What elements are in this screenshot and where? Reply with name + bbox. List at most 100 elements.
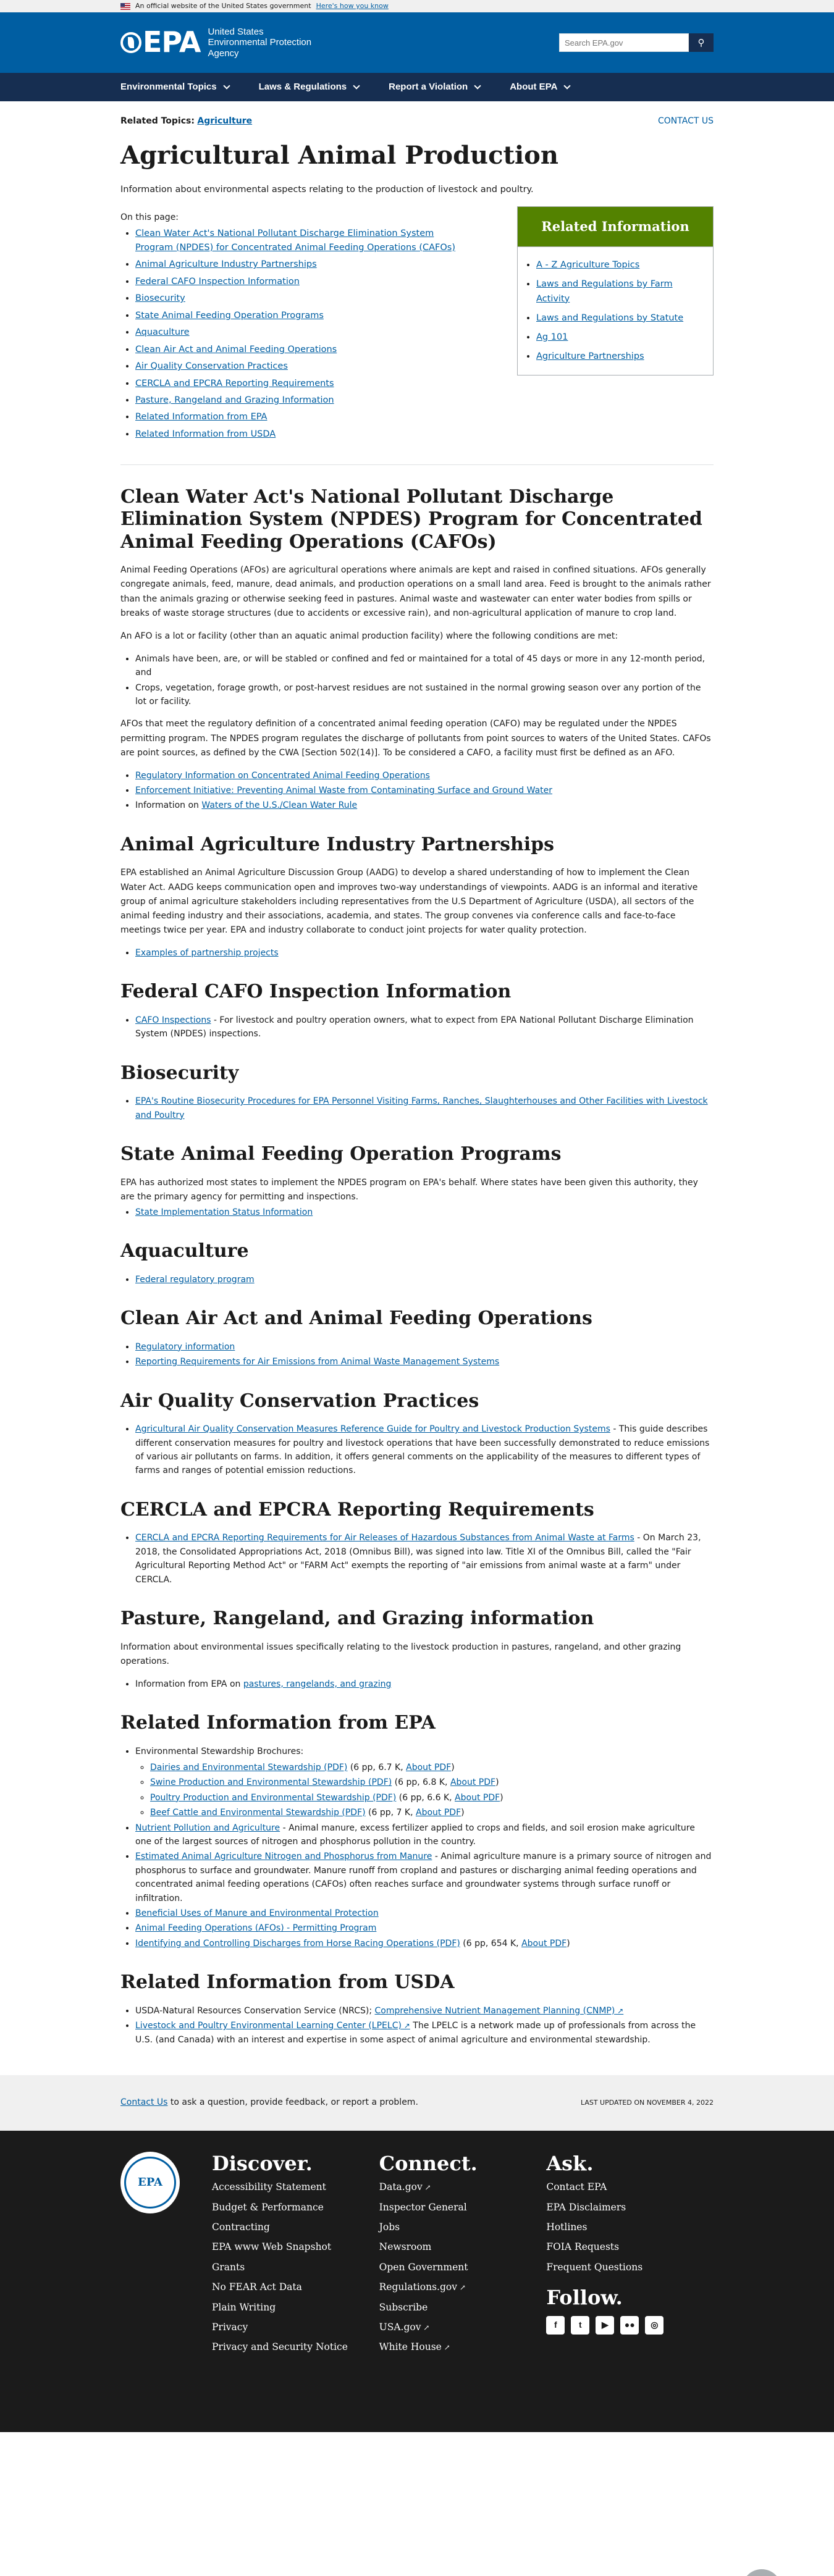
about-pdf-link[interactable]: About PDF	[455, 1793, 500, 1803]
swine-pdf-link[interactable]: Swine Production and Environmental Stewa…	[150, 1777, 392, 1787]
logo-line-1: United States	[208, 27, 264, 38]
footer-link[interactable]: Budget & Performance	[212, 2202, 379, 2213]
nav-about-epa[interactable]: About EPA	[510, 80, 571, 94]
on-this-page: On this page: Clean Water Act's National…	[120, 211, 466, 442]
heres-how-you-know-link[interactable]: Here's how you know	[316, 0, 389, 12]
cercla-epcra-link[interactable]: CERCLA and EPCRA Reporting Requirements …	[135, 1533, 634, 1543]
footer-link[interactable]: Newsroom	[379, 2241, 547, 2253]
footer-link[interactable]: Plain Writing	[212, 2302, 379, 2314]
air-emissions-reporting-link[interactable]: Reporting Requirements for Air Emissions…	[135, 1357, 499, 1367]
search-button[interactable]: ⚲	[689, 33, 714, 52]
lpelc-link[interactable]: Livestock and Poultry Environmental Lear…	[135, 2021, 410, 2031]
afo-permitting-link[interactable]: Animal Feeding Operations (AFOs) - Permi…	[135, 1923, 376, 1933]
epa-leaf-icon	[120, 31, 141, 53]
footer-link[interactable]: Grants	[212, 2262, 379, 2273]
contact-us-link[interactable]: CONTACT US	[658, 115, 714, 128]
toc-link[interactable]: Clean Air Act and Animal Feeding Operati…	[135, 345, 337, 355]
toc-link[interactable]: Aquaculture	[135, 327, 190, 337]
chevron-down-icon	[563, 82, 571, 90]
state-implementation-link[interactable]: State Implementation Status Information	[135, 1207, 313, 1217]
enforcement-initiative-link[interactable]: Enforcement Initiative: Preventing Anima…	[135, 786, 552, 795]
toc-link[interactable]: Air Quality Conservation Practices	[135, 361, 288, 371]
nav-report-violation[interactable]: Report a Violation	[389, 80, 481, 94]
footer-link[interactable]: Open Government	[379, 2262, 547, 2273]
related-information-box: Related Information A - Z Agriculture To…	[517, 206, 714, 376]
footer-link[interactable]: Privacy	[212, 2322, 379, 2333]
horse-racing-pdf-link[interactable]: Identifying and Controlling Discharges f…	[135, 1939, 460, 1949]
cafo-inspections-link[interactable]: CAFO Inspections	[135, 1015, 211, 1025]
footer-link[interactable]: Contact EPA	[546, 2181, 714, 2193]
toc-link[interactable]: Clean Water Act's National Pollutant Dis…	[135, 229, 455, 252]
federal-regulatory-program-link[interactable]: Federal regulatory program	[135, 1275, 255, 1285]
about-pdf-link[interactable]: About PDF	[416, 1808, 461, 1818]
air-quality-guide-link[interactable]: Agricultural Air Quality Conservation Me…	[135, 1424, 610, 1434]
nav-environmental-topics[interactable]: Environmental Topics	[120, 80, 230, 94]
contact-us-footer-link[interactable]: Contact Us	[120, 2097, 167, 2107]
partnership-examples-link[interactable]: Examples of partnership projects	[135, 948, 279, 958]
about-pdf-link[interactable]: About PDF	[450, 1777, 495, 1787]
section-title-related-epa: Related Information from EPA	[120, 1712, 436, 1734]
instagram-icon[interactable]: ◎	[645, 2315, 664, 2335]
section-title-npdes: Clean Water Act's National Pollutant Dis…	[120, 485, 702, 553]
beneficial-uses-link[interactable]: Beneficial Uses of Manure and Environmen…	[135, 1908, 379, 1918]
chevron-down-icon	[222, 82, 230, 90]
related-link[interactable]: Agriculture Partnerships	[536, 351, 644, 361]
twitter-icon[interactable]: t	[571, 2315, 590, 2335]
nav-laws-regulations[interactable]: Laws & Regulations	[259, 80, 360, 94]
footer-link[interactable]: Frequent Questions	[546, 2262, 714, 2273]
related-link[interactable]: Ag 101	[536, 332, 568, 342]
toc-link[interactable]: Biosecurity	[135, 293, 185, 303]
related-link[interactable]: Laws and Regulations by Statute	[536, 313, 683, 323]
toc-link[interactable]: State Animal Feeding Operation Programs	[135, 311, 324, 321]
list-item: Related Information from USDA	[135, 427, 466, 441]
pastures-grazing-link[interactable]: pastures, rangelands, and grazing	[243, 1679, 392, 1689]
back-to-top-button[interactable]	[742, 2569, 781, 2576]
manure-nitrogen-link[interactable]: Estimated Animal Agriculture Nitrogen an…	[135, 1852, 432, 1861]
epa-logo[interactable]: EPA United States Environmental Protecti…	[120, 20, 311, 64]
footer-link[interactable]: White House	[379, 2341, 547, 2353]
search-input[interactable]	[559, 33, 689, 52]
epa-seal-logo[interactable]: EPA	[120, 2151, 180, 2213]
facebook-icon[interactable]: f	[546, 2315, 565, 2335]
toc-link[interactable]: Related Information from USDA	[135, 429, 276, 439]
social-links: f t ▶ ●● ◎	[546, 2315, 714, 2335]
toc-link[interactable]: Federal CAFO Inspection Information	[135, 277, 300, 287]
search-icon: ⚲	[697, 38, 705, 48]
dairies-pdf-link[interactable]: Dairies and Environmental Stewardship (P…	[150, 1763, 347, 1773]
related-link[interactable]: Laws and Regulations by Farm Activity	[536, 279, 673, 303]
footer-link[interactable]: Privacy and Security Notice	[212, 2341, 379, 2353]
agriculture-topic-link[interactable]: Agriculture	[197, 116, 252, 126]
footer-link[interactable]: Jobs	[379, 2221, 547, 2233]
nutrient-pollution-link[interactable]: Nutrient Pollution and Agriculture	[135, 1823, 280, 1833]
regulatory-information-link[interactable]: Regulatory information	[135, 1342, 235, 1352]
footer-link[interactable]: EPA Disclaimers	[546, 2202, 714, 2213]
regulatory-cafo-link[interactable]: Regulatory Information on Concentrated A…	[135, 771, 430, 781]
waters-of-us-link[interactable]: Waters of the U.S./Clean Water Rule	[201, 800, 357, 810]
about-pdf-link[interactable]: About PDF	[406, 1763, 451, 1773]
toc-link[interactable]: Related Information from EPA	[135, 412, 267, 422]
footer-link[interactable]: No FEAR Act Data	[212, 2281, 379, 2293]
toc-link[interactable]: Pasture, Rangeland and Grazing Informati…	[135, 395, 334, 405]
toc-link[interactable]: Animal Agriculture Industry Partnerships	[135, 259, 317, 269]
footer-link[interactable]: EPA www Web Snapshot	[212, 2241, 379, 2253]
footer-link[interactable]: Contracting	[212, 2221, 379, 2233]
footer-link[interactable]: Subscribe	[379, 2302, 547, 2314]
footer-link[interactable]: USA.gov	[379, 2322, 547, 2333]
flickr-icon[interactable]: ●●	[620, 2315, 639, 2335]
footer-link[interactable]: FOIA Requests	[546, 2241, 714, 2253]
footer-link[interactable]: Regulations.gov	[379, 2281, 547, 2293]
cnmp-link[interactable]: Comprehensive Nutrient Management Planni…	[374, 2006, 623, 2016]
footer-link[interactable]: Inspector General	[379, 2202, 547, 2213]
related-link[interactable]: A - Z Agriculture Topics	[536, 260, 639, 270]
main-content: Related Topics: Agriculture CONTACT US A…	[120, 115, 714, 2047]
footer-link[interactable]: Data.gov	[379, 2181, 547, 2193]
about-pdf-link[interactable]: About PDF	[521, 1939, 567, 1949]
footer-link[interactable]: Hotlines	[546, 2221, 714, 2233]
poultry-pdf-link[interactable]: Poultry Production and Environmental Ste…	[150, 1793, 396, 1803]
footer-link[interactable]: Accessibility Statement	[212, 2181, 379, 2193]
toc-link[interactable]: CERCLA and EPCRA Reporting Requirements	[135, 379, 334, 388]
footer-connect: Connect. Data.gov Inspector General Jobs…	[379, 2152, 547, 2362]
biosecurity-procedures-link[interactable]: EPA's Routine Biosecurity Procedures for…	[135, 1096, 708, 1120]
youtube-icon[interactable]: ▶	[596, 2315, 615, 2335]
beef-cattle-pdf-link[interactable]: Beef Cattle and Environmental Stewardshi…	[150, 1808, 366, 1818]
